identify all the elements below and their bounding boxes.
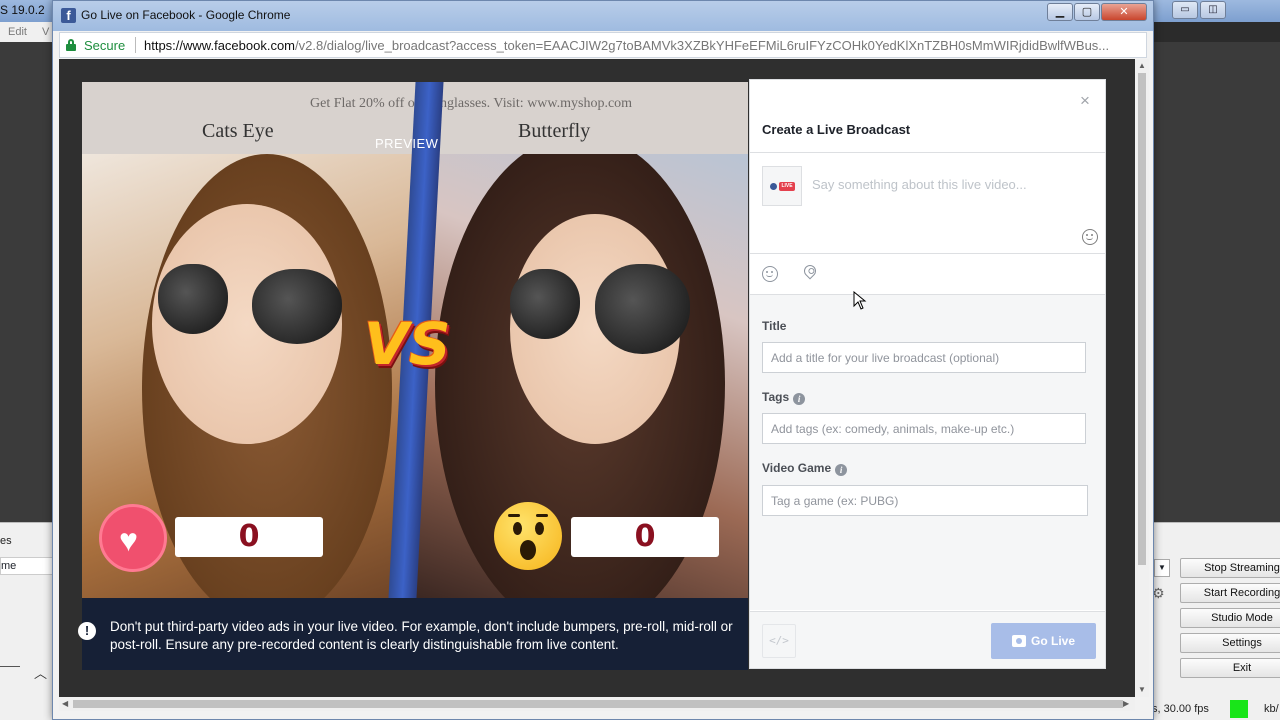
address-bar[interactable]: Secure https://www.facebook.com/v2.8/dia… xyxy=(59,32,1147,58)
notice-text: Don't put third-party video ads in your … xyxy=(110,619,733,652)
obs-controls-panel: ▼ ⚙ Stop Streaming Start Recording Studi… xyxy=(1152,522,1280,720)
window-title: Go Live on Facebook - Google Chrome xyxy=(81,8,291,22)
minimize-button[interactable]: ▁ xyxy=(1047,3,1073,21)
left-style-label: Cats Eye xyxy=(202,120,274,142)
obs-status-indicator xyxy=(1230,700,1248,718)
address-separator xyxy=(135,37,136,53)
obs-window-controls: ▭ ◫ xyxy=(1152,0,1280,22)
obs-menu-edit[interactable]: Edit xyxy=(8,26,27,38)
close-window-button[interactable]: ✕ xyxy=(1101,3,1147,21)
obs-maximize-button[interactable]: ◫ xyxy=(1200,1,1226,19)
horizontal-scroll-thumb[interactable] xyxy=(73,700,1123,708)
obs-restore-button[interactable]: ▭ xyxy=(1172,1,1198,19)
maximize-button[interactable]: ▢ xyxy=(1074,3,1100,21)
chevron-up-icon[interactable]: ︿ xyxy=(34,663,47,682)
emoji-icon[interactable] xyxy=(1082,229,1098,245)
obs-title: S 19.0.2 xyxy=(0,3,45,17)
wow-counter: 0 xyxy=(571,517,719,557)
wow-eye-left xyxy=(513,522,522,535)
scroll-right-arrow-icon[interactable]: ▶ xyxy=(1123,699,1129,708)
title-label: Title xyxy=(762,319,786,333)
location-pin-icon[interactable] xyxy=(801,262,819,280)
obs-menubar: Edit V xyxy=(0,22,60,42)
obs-menu-view[interactable]: V xyxy=(42,26,49,38)
go-live-label: Go Live xyxy=(1030,634,1075,648)
vertical-scroll-thumb[interactable] xyxy=(1138,73,1146,565)
right-style-label: Butterfly xyxy=(518,120,591,142)
tags-input[interactable] xyxy=(762,413,1086,444)
vs-text: VS xyxy=(364,310,451,378)
obs-remove-icon[interactable] xyxy=(0,666,20,667)
live-badge: LIVE xyxy=(779,182,795,191)
tags-label-text: Tags xyxy=(762,390,790,404)
obs-statusbar: s, 30.00 fps kb/ xyxy=(1152,698,1280,720)
video-game-label: Video Game i xyxy=(762,461,848,476)
url-text[interactable]: https://www.facebook.com/v2.8/dialog/liv… xyxy=(144,38,1144,53)
video-game-input[interactable] xyxy=(762,485,1088,516)
ads-policy-notice: ! Don't put third-party video ads in you… xyxy=(78,598,748,670)
vertical-scrollbar[interactable]: ▲ ▼ xyxy=(1135,59,1149,697)
compose-area[interactable]: LIVE xyxy=(750,153,1105,253)
dialog-title: Create a Live Broadcast xyxy=(762,122,911,137)
left-sunglasses-lens xyxy=(158,264,228,334)
love-reaction-icon: ♥ xyxy=(99,504,167,572)
live-broadcast-dialog: × Create a Live Broadcast LIVE Title Tag… xyxy=(749,79,1106,669)
dialog-footer: </> Go Live xyxy=(750,611,1105,668)
secure-label[interactable]: Secure xyxy=(84,38,125,53)
attachment-row xyxy=(750,254,1105,294)
wow-brow-right xyxy=(536,514,548,517)
embed-code-button[interactable]: </> xyxy=(762,624,796,658)
avatar: LIVE xyxy=(762,166,802,206)
feeling-icon[interactable] xyxy=(762,266,778,282)
lock-icon xyxy=(66,39,76,51)
url-path: /v2.8/dialog/live_broadcast?access_token… xyxy=(295,38,1110,53)
studio-mode-button[interactable]: Studio Mode xyxy=(1180,608,1280,628)
live-camera-icon xyxy=(1011,635,1026,647)
stop-streaming-button[interactable]: Stop Streaming xyxy=(1180,558,1280,578)
mouse-cursor-icon xyxy=(853,291,867,310)
tags-help-icon[interactable]: i xyxy=(793,393,806,405)
wow-eye-right xyxy=(535,522,544,535)
obs-scene-item[interactable]: me xyxy=(1,560,16,572)
video-preview: Get Flat 20% off on Sunglasses. Visit: w… xyxy=(82,82,748,598)
title-label-text: Title xyxy=(762,319,787,333)
video-game-help-icon[interactable]: i xyxy=(835,464,848,476)
heart-icon: ♥ xyxy=(119,522,138,558)
go-live-button[interactable]: Go Live xyxy=(991,623,1096,659)
title-input[interactable] xyxy=(762,342,1086,373)
right-sunglasses-lens xyxy=(595,264,690,354)
settings-button[interactable]: Settings xyxy=(1180,633,1280,653)
love-counter: 0 xyxy=(175,517,323,557)
chrome-titlebar: f Go Live on Facebook - Google Chrome ▁ … xyxy=(53,1,1153,31)
scroll-left-arrow-icon[interactable]: ◀ xyxy=(62,699,68,708)
horizontal-scrollbar[interactable]: ◀ ▶ xyxy=(59,697,1135,711)
scroll-down-arrow-icon[interactable]: ▼ xyxy=(1138,685,1146,694)
chevron-down-icon[interactable]: ▼ xyxy=(1154,559,1170,577)
tags-label: Tags i xyxy=(762,390,806,405)
url-domain: https://www.facebook.com xyxy=(144,38,296,53)
right-sunglasses-lens xyxy=(510,269,580,339)
obs-dock-label-scenes: es xyxy=(0,535,12,547)
info-icon: ! xyxy=(78,622,96,640)
left-sunglasses-lens xyxy=(252,269,342,344)
facebook-favicon-icon: f xyxy=(61,8,76,23)
compose-input[interactable] xyxy=(812,177,1092,192)
obs-status-kbps: kb/ xyxy=(1264,703,1279,715)
wow-reaction-icon xyxy=(494,502,562,570)
obs-scenes-dock: es me ︿ xyxy=(0,522,60,720)
preview-label: PREVIEW xyxy=(375,136,439,151)
video-game-label-text: Video Game xyxy=(762,461,832,475)
promo-text: Get Flat 20% off on Sunglasses. Visit: w… xyxy=(310,96,633,111)
scroll-up-arrow-icon[interactable]: ▲ xyxy=(1138,61,1146,70)
close-dialog-icon[interactable]: × xyxy=(1080,91,1090,111)
broadcast-form: Title Tagsi Video Gamei xyxy=(750,295,1105,610)
wow-mouth xyxy=(520,540,536,560)
wow-brow-left xyxy=(508,514,520,517)
obs-status-fps: s, 30.00 fps xyxy=(1152,703,1209,715)
start-recording-button[interactable]: Start Recording xyxy=(1180,583,1280,603)
exit-button[interactable]: Exit xyxy=(1180,658,1280,678)
obs-scene-list[interactable]: me xyxy=(0,557,60,575)
avatar-dot xyxy=(770,183,777,190)
